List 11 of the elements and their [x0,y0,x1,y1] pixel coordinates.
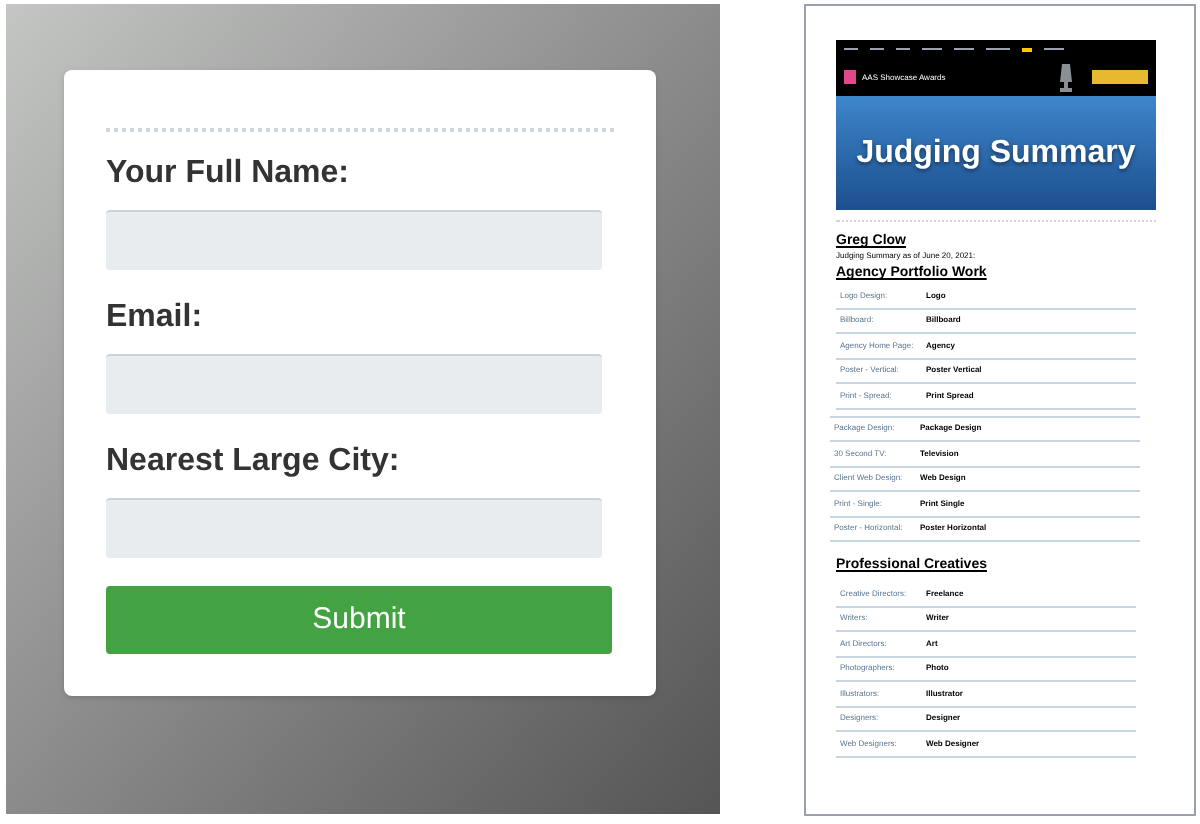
field-label: Nearest Large City: [106,442,402,482]
logo-icon [844,70,856,84]
field-label: Your Full Name: [106,154,351,194]
input-field[interactable] [106,354,602,414]
submit-button[interactable]: Submit [106,586,612,654]
banner-title: Judging Summary [856,133,1136,173]
input-field[interactable] [106,498,602,558]
trophy-icon [1058,63,1074,91]
field-label: Email: [106,298,205,338]
header-button[interactable] [1092,70,1148,84]
input-field[interactable] [106,210,602,270]
